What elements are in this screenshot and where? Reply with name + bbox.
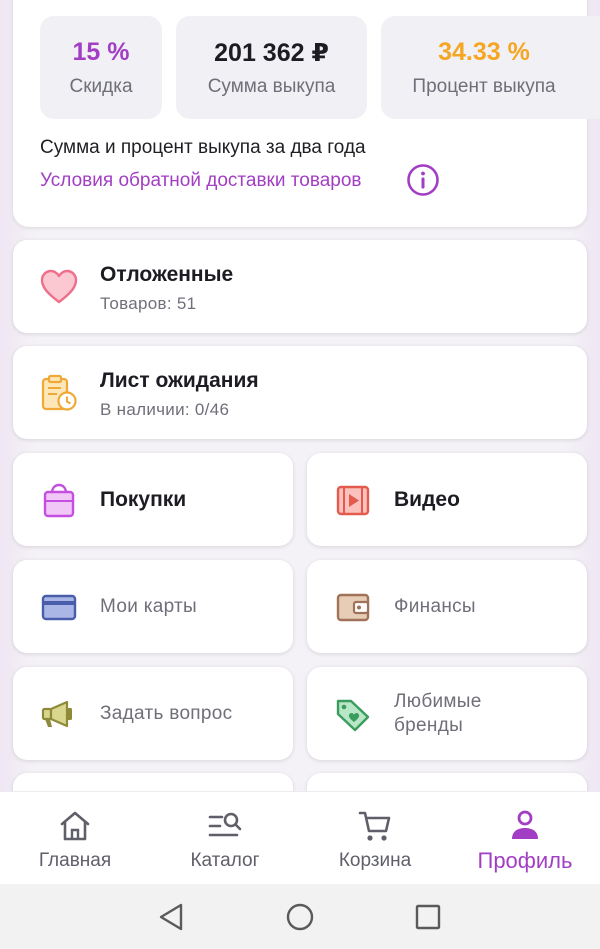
home-icon: [60, 811, 90, 841]
home-circle-icon[interactable]: [285, 902, 315, 932]
waitlist-title: Лист ожидания: [100, 369, 259, 392]
nav-home-label: Главная: [38, 850, 112, 871]
nav-cart[interactable]: Корзина: [320, 792, 430, 885]
percent-stat: 34.33 % Процент выкупа: [381, 16, 600, 119]
discount-value: 15 %: [72, 38, 130, 66]
heart-icon: [40, 269, 78, 304]
wallet-icon: [336, 593, 370, 622]
video-play-icon: [336, 485, 370, 516]
credit-card-icon: [41, 594, 77, 621]
stats-card: 15 % Скидка 201 362 ₽ Сумма выкупа 34.33…: [13, 0, 600, 227]
percent-value: 34.33 %: [438, 38, 530, 66]
returns-conditions-link[interactable]: Условия обратной доставки товаров: [40, 170, 362, 192]
ask-question-tile[interactable]: Задать вопрос: [13, 667, 293, 760]
purchases-label: Покупки: [100, 487, 187, 511]
bottom-navigation: Главная Каталог Корзина Профиль: [0, 791, 600, 884]
deferred-title: Отложенные: [100, 263, 234, 286]
purchases-tile[interactable]: Покупки: [13, 453, 293, 546]
nav-profile-label: Профиль: [477, 848, 573, 873]
discount-label: Скидка: [69, 76, 133, 97]
waitlist-subtitle: В наличии: 0/46: [100, 400, 230, 419]
nav-catalog[interactable]: Каталог: [170, 792, 280, 885]
nav-home[interactable]: Главная: [20, 792, 130, 885]
sum-label: Сумма выкупа: [207, 76, 336, 97]
my-cards-label: Мои карты: [100, 595, 198, 617]
favorite-brands-label: Любимые бренды: [394, 691, 482, 736]
stats-note: Сумма и процент выкупа за два года: [40, 137, 366, 158]
finance-tile[interactable]: Финансы: [307, 560, 587, 653]
my-cards-tile[interactable]: Мои карты: [13, 560, 293, 653]
finance-label: Финансы: [394, 595, 476, 617]
profile-screen: 15 % Скидка 201 362 ₽ Сумма выкупа 34.33…: [0, 0, 600, 949]
shopping-bag-icon: [43, 483, 75, 518]
sum-stat: 201 362 ₽ Сумма выкупа: [176, 16, 367, 119]
heart-tag-icon: [336, 699, 370, 732]
favorite-brands-tile[interactable]: Любимые бренды: [307, 667, 587, 760]
catalog-search-icon: [208, 812, 242, 837]
waitlist-card[interactable]: Лист ожидания В наличии: 0/46: [13, 346, 587, 439]
profile-icon: [512, 810, 538, 839]
nav-profile[interactable]: Профиль: [465, 792, 585, 885]
system-navigation-bar: [0, 884, 600, 949]
recents-square-icon[interactable]: [413, 902, 443, 932]
deferred-subtitle: Товаров: 51: [100, 294, 197, 313]
sum-value: 201 362 ₽: [214, 39, 329, 67]
video-tile[interactable]: Видео: [307, 453, 587, 546]
discount-stat: 15 % Скидка: [40, 16, 162, 119]
info-circle-icon[interactable]: [406, 163, 440, 197]
back-triangle-icon[interactable]: [157, 902, 187, 932]
video-label: Видео: [394, 487, 460, 511]
megaphone-icon: [41, 700, 72, 728]
clipboard-clock-icon: [41, 374, 77, 411]
ask-question-label: Задать вопрос: [100, 702, 233, 724]
nav-catalog-label: Каталог: [190, 850, 260, 871]
nav-cart-label: Корзина: [338, 850, 412, 871]
deferred-card[interactable]: Отложенные Товаров: 51: [13, 240, 587, 333]
percent-label: Процент выкупа: [412, 76, 556, 97]
cart-icon: [358, 811, 391, 841]
